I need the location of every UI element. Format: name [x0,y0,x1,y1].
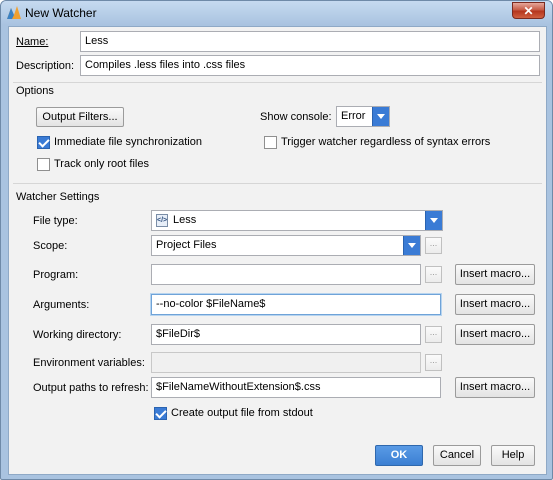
chevron-down-icon [425,211,442,230]
show-console-value: Error [341,110,366,122]
watcher-settings-heading: Watcher Settings [16,191,100,203]
ok-button[interactable]: OK [375,445,423,466]
divider [13,82,542,83]
name-input[interactable]: Less [80,31,540,52]
create-output-label: Create output file from stdout [171,407,313,419]
immediate-sync-checkbox[interactable] [37,136,50,149]
window-title: New Watcher [25,6,97,20]
trigger-watcher-label: Trigger watcher regardless of syntax err… [281,136,491,148]
close-button[interactable]: ✕ [512,2,545,19]
output-filters-button[interactable]: Output Filters... [36,107,124,127]
working-directory-input[interactable]: $FileDir$ [151,324,421,345]
file-type-select[interactable]: </> Less [151,210,443,231]
create-output-checkbox[interactable] [154,407,167,420]
title-bar[interactable]: New Watcher ✕ [1,1,552,25]
track-root-label: Track only root files [54,158,149,170]
cancel-button[interactable]: Cancel [433,445,481,466]
working-directory-label: Working directory: [33,329,122,341]
close-icon: ✕ [523,4,534,18]
file-type-label: File type: [33,215,78,227]
output-paths-label: Output paths to refresh: [33,382,149,394]
description-input[interactable]: Compiles .less files into .css files [80,55,540,76]
arguments-label: Arguments: [33,299,90,311]
options-heading: Options [16,85,54,97]
program-insert-macro-button[interactable]: Insert macro... [455,264,535,285]
track-root-checkbox[interactable] [37,158,50,171]
arguments-input[interactable]: --no-color $FileName$ [151,294,441,315]
chevron-down-icon [403,236,420,255]
name-label: Name: [16,36,49,48]
new-watcher-dialog: New Watcher ✕ Name: Less Description: Co… [0,0,553,480]
show-console-select[interactable]: Error [336,106,390,127]
output-paths-insert-macro-button[interactable]: Insert macro... [455,377,535,398]
show-console-label: Show console: [260,111,332,123]
output-paths-input[interactable]: $FileNameWithoutExtension$.css [151,377,441,398]
trigger-watcher-checkbox[interactable] [264,136,277,149]
immediate-sync-label: Immediate file synchronization [54,136,202,148]
description-label: Description: [16,60,75,72]
dialog-body: Name: Less Description: Compiles .less f… [8,26,547,475]
working-directory-browse-button[interactable]: ... [425,326,442,343]
working-directory-insert-macro-button[interactable]: Insert macro... [455,324,535,345]
environment-variables-browse-button[interactable]: ... [425,354,442,371]
program-label: Program: [33,269,79,281]
scope-value: Project Files [156,239,217,251]
scope-browse-button[interactable]: ... [425,237,442,254]
environment-variables-input [151,352,421,373]
program-browse-button[interactable]: ... [425,266,442,283]
program-input[interactable] [151,264,421,285]
chevron-down-icon [372,107,389,126]
arguments-insert-macro-button[interactable]: Insert macro... [455,294,535,315]
scope-select[interactable]: Project Files [151,235,421,256]
file-type-value: Less [173,214,197,226]
help-button[interactable]: Help [491,445,535,466]
less-file-icon: </> [156,214,168,227]
scope-label: Scope: [33,240,68,252]
intellij-icon [7,6,21,19]
environment-variables-label: Environment variables: [33,357,145,369]
divider [13,183,542,184]
